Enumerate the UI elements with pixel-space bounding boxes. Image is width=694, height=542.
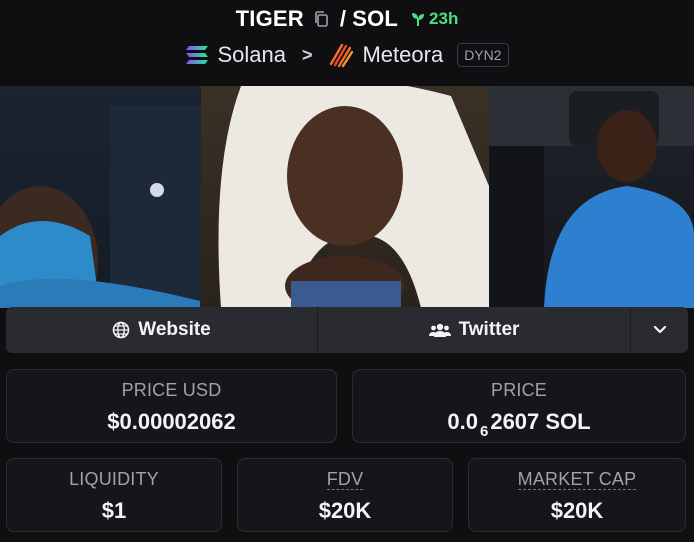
market-cap-card: MARKET CAP $20K [468, 458, 686, 532]
token-symbol: TIGER [235, 6, 304, 31]
solana-logo-icon [186, 46, 209, 64]
pool-type-badge: DYN2 [457, 43, 509, 67]
website-button[interactable]: Website [6, 307, 318, 353]
fdv-label[interactable]: FDV [326, 469, 364, 490]
copy-icon[interactable] [312, 10, 330, 28]
market-cap-label[interactable]: MARKET CAP [517, 469, 637, 490]
dex-name[interactable]: Meteora [362, 42, 443, 68]
more-links-button[interactable] [631, 307, 688, 353]
price-native-suffix: 2607 SOL [490, 409, 591, 434]
banner-photo-center [201, 86, 489, 308]
quote-symbol: SOL [352, 6, 399, 31]
globe-icon [112, 321, 130, 339]
chain-breadcrumb: Solana > Meteora DYN2 [0, 40, 694, 70]
liquidity-value: $1 [101, 498, 127, 523]
twitter-button[interactable]: Twitter [318, 307, 631, 353]
liquidity-card: LIQUIDITY $1 [6, 458, 222, 532]
price-usd-label: PRICE USD [121, 380, 222, 400]
pair-header: TIGER / SOL 23h Solana > Meteora DYN2 [0, 0, 694, 86]
chevron-down-icon [653, 325, 666, 334]
users-icon [428, 323, 451, 337]
price-usd-card: PRICE USD $0.00002062 [6, 369, 337, 443]
sprout-icon [412, 13, 425, 26]
chain-name[interactable]: Solana [217, 42, 286, 68]
price-native-label: PRICE [490, 380, 547, 400]
meteora-logo-icon [330, 43, 354, 68]
banner-photo-right [489, 86, 694, 308]
pair-separator: / [339, 6, 347, 31]
price-usd-value: $0.00002062 [107, 409, 236, 434]
price-native-card: PRICE 0.0 62607 SOL [352, 369, 686, 443]
price-native-value: 0.0 62607 SOL [353, 409, 685, 440]
price-native-prefix: 0.0 [447, 409, 478, 434]
token-banner-image [0, 86, 694, 308]
liquidity-label: LIQUIDITY [69, 469, 159, 489]
breadcrumb-chevron: > [301, 44, 313, 65]
pair-age-text: 23h [429, 9, 459, 28]
price-native-zero-count: 6 [479, 423, 489, 440]
twitter-label: Twitter [458, 319, 520, 340]
market-cap-value: $20K [550, 498, 604, 523]
fdv-value: $20K [318, 498, 372, 523]
website-label: Website [138, 319, 211, 340]
pair-age: 23h [410, 9, 458, 29]
fdv-card: FDV $20K [237, 458, 453, 532]
pair-title-row: TIGER / SOL 23h [0, 5, 694, 33]
banner-photo-left [0, 86, 201, 308]
social-links-bar: Website Twitter [6, 307, 688, 353]
